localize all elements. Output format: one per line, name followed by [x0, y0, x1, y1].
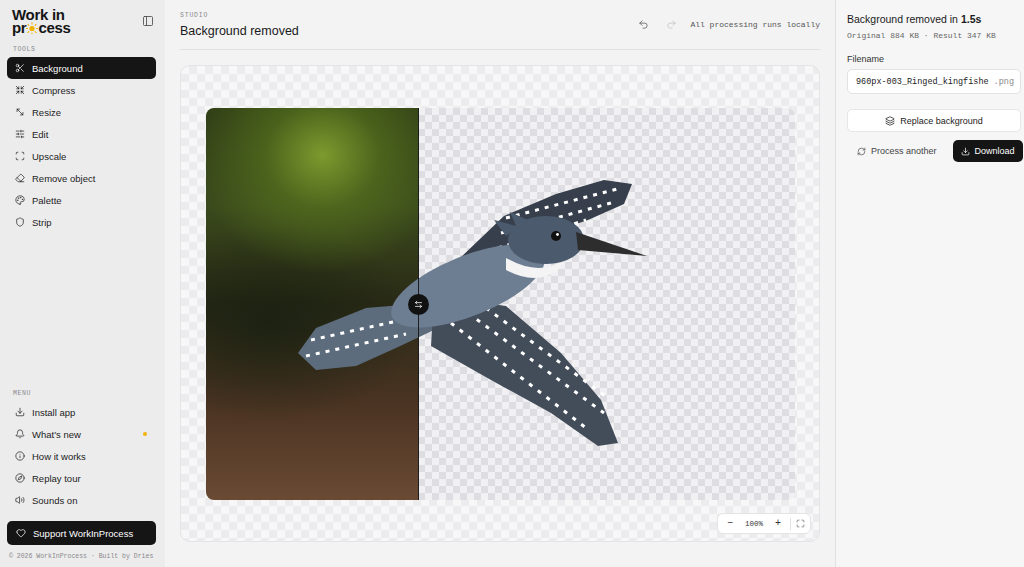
menu-item[interactable]: What's new — [7, 423, 156, 445]
sidebar-item[interactable]: Edit — [7, 123, 156, 145]
sidebar-item[interactable]: Remove object — [7, 167, 156, 189]
kingfisher-figure — [206, 108, 795, 500]
result-panel: Background removed in1.5s Original 884 KB… — [835, 0, 1024, 567]
sidebar-item[interactable]: Palette — [7, 189, 156, 211]
collapse-button[interactable] — [140, 13, 156, 29]
file-extension: .png — [994, 77, 1014, 87]
studio: STUDIO Background removed All processing r… — [165, 0, 835, 567]
sidebar: Work inprcess TOOLS BackgroundCompressResi… — [0, 0, 165, 567]
menu-item[interactable]: How it works — [7, 445, 156, 467]
support-button[interactable]: Support WorkInProcess — [7, 521, 156, 545]
canvas: −100%+ — [180, 65, 820, 542]
redo-button[interactable] — [662, 16, 680, 34]
bell-icon — [15, 429, 25, 439]
local-note: All processing runs locally — [690, 20, 820, 29]
sun-icon — [26, 22, 38, 34]
palette-icon — [15, 195, 25, 205]
download-icon — [15, 407, 25, 417]
logo-row: Work inprcess — [7, 8, 156, 34]
sliders-icon — [15, 129, 25, 139]
eyebrow: STUDIO — [180, 12, 299, 19]
speaker-icon — [15, 495, 25, 505]
menu-item[interactable]: Replay tour — [7, 467, 156, 489]
section-heading: TOOLS — [7, 46, 156, 53]
sidebar-item[interactable]: Background — [7, 57, 156, 79]
footer: © 2026 WorkInProcess · Built by Dries — [7, 552, 156, 561]
logo[interactable]: Work inprcess — [12, 8, 71, 34]
sidebar-item[interactable]: Compress — [7, 79, 156, 101]
comparison-divider[interactable] — [418, 108, 419, 500]
menu-item[interactable]: Install app — [7, 401, 156, 423]
info-icon — [15, 451, 25, 461]
field-label: Filename — [847, 54, 1021, 64]
logo-line: Work in — [12, 8, 71, 21]
resize-icon — [15, 107, 25, 117]
tool-list: BackgroundCompressResizeEditUpscaleRemov… — [7, 57, 156, 233]
download-button[interactable]: Download — [953, 140, 1023, 162]
download-icon — [961, 147, 970, 156]
scissors-icon — [15, 63, 25, 73]
studio-header: STUDIO Background removed All processing r… — [180, 0, 820, 50]
layers-icon — [885, 116, 895, 126]
process-another-button[interactable]: Process another — [847, 140, 947, 162]
sidebar-item[interactable]: Upscale — [7, 145, 156, 167]
sidebar-item[interactable]: Resize — [7, 101, 156, 123]
section-heading: MENU — [7, 390, 156, 397]
undo-button[interactable] — [634, 16, 652, 34]
compress-icon — [15, 85, 25, 95]
replace-background-button[interactable]: Replace background — [847, 109, 1021, 132]
app-shell: Work inprcess TOOLS BackgroundCompressResi… — [0, 0, 1024, 567]
compass-icon — [15, 473, 25, 483]
comparison-handle[interactable] — [408, 294, 429, 315]
zoom-out-button[interactable]: − — [723, 518, 737, 529]
filename-field[interactable]: 960px-003_Ringed_kingfishe.png — [847, 69, 1021, 94]
heart-icon — [16, 528, 26, 538]
logo-line: prcess — [12, 21, 71, 34]
menu-item[interactable]: Sounds on — [7, 489, 156, 511]
undo-icon — [638, 19, 649, 30]
file-sizes: Original 884 KB · Result 347 KB — [847, 31, 1021, 40]
zoom-controls: −100%+ — [717, 513, 811, 534]
redo-icon — [666, 19, 677, 30]
scan-icon — [15, 151, 25, 161]
eraser-icon — [15, 173, 25, 183]
arrows-icon — [414, 300, 423, 309]
sidebar-item[interactable]: Strip — [7, 211, 156, 233]
shield-icon — [15, 217, 25, 227]
action-row: Process another Download — [847, 140, 1021, 162]
zoom-in-button[interactable]: + — [771, 518, 785, 529]
zoom-value: 100% — [739, 520, 769, 528]
refresh-icon — [857, 147, 866, 156]
page-title: Background removed — [180, 24, 299, 38]
original-photo — [206, 108, 418, 500]
menu-list: Install appWhat's newHow it worksReplay … — [7, 401, 156, 511]
zoom-separator — [790, 518, 791, 530]
panel-icon — [142, 15, 154, 27]
new-badge — [143, 432, 147, 436]
comparison-view[interactable] — [206, 108, 795, 500]
result-status: Background removed in1.5s — [847, 13, 1021, 25]
fullscreen-button[interactable] — [796, 519, 805, 528]
fullscreen-icon — [796, 519, 805, 528]
